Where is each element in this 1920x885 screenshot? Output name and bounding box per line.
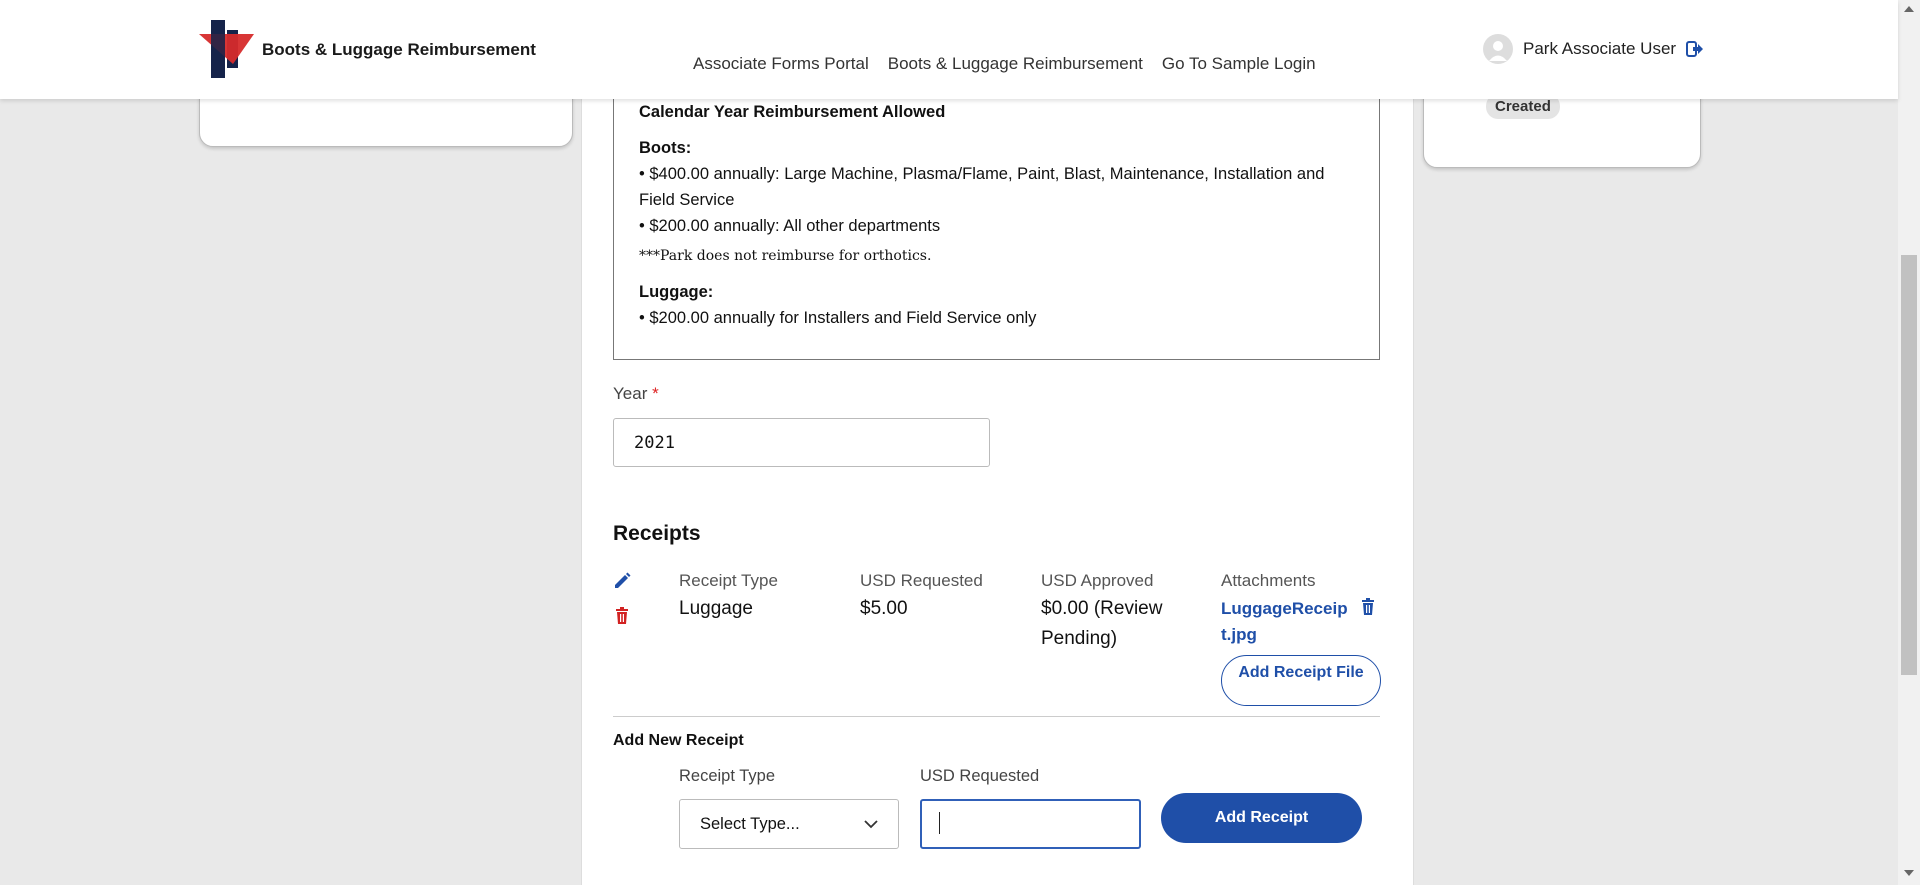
add-receipt-file-button[interactable]: Add Receipt File: [1221, 655, 1381, 706]
delete-attachment-icon[interactable]: [1360, 598, 1376, 616]
chevron-down-icon: [864, 819, 878, 828]
col-header-usd-approved: USD Approved: [1041, 571, 1154, 590]
user-menu[interactable]: Park Associate User: [1483, 34, 1704, 64]
luggage-item: • $200.00 annually for Installers and Fi…: [639, 309, 1037, 327]
new-usd-requested-label: USD Requested: [920, 767, 1040, 785]
scroll-up-arrow-icon[interactable]: [1904, 6, 1914, 12]
delete-trash-icon[interactable]: [613, 607, 631, 625]
top-header: Boots & Luggage Reimbursement Associate …: [0, 0, 1898, 99]
boots-item: • $400.00 annually: Large Machine, Plasm…: [639, 165, 1325, 209]
col-header-receipt-type: Receipt Type: [679, 571, 778, 590]
attachment-link[interactable]: LuggageReceipt.jpg: [1221, 596, 1351, 648]
receipt-type-select-value: Select Type...: [700, 814, 800, 833]
nav-sample-login[interactable]: Go To Sample Login: [1162, 54, 1316, 74]
orthotics-note: ***Park does not reimburse for orthotics…: [639, 248, 932, 264]
year-field[interactable]: 2021: [613, 418, 990, 467]
receipts-title: Receipts: [613, 522, 701, 545]
luggage-title: Luggage:: [639, 283, 714, 301]
scroll-down-arrow-icon[interactable]: [1904, 870, 1914, 876]
boots-item: • $200.00 annually: All other department…: [639, 217, 941, 235]
year-label: Year *: [613, 384, 659, 404]
page-scrollbar[interactable]: [1898, 0, 1920, 885]
top-nav: Associate Forms Portal Boots & Luggage R…: [693, 54, 1316, 74]
company-logo[interactable]: [199, 20, 254, 78]
add-new-receipt-title: Add New Receipt: [613, 732, 744, 749]
usd-requested-input[interactable]: [920, 799, 1141, 849]
logout-icon[interactable]: [1686, 40, 1704, 58]
col-header-attachments: Attachments: [1221, 571, 1316, 590]
nav-associate-forms-portal[interactable]: Associate Forms Portal: [693, 54, 869, 74]
receipt-type-value: Luggage: [679, 598, 753, 619]
nav-boots-luggage[interactable]: Boots & Luggage Reimbursement: [888, 54, 1143, 74]
new-receipt-type-label: Receipt Type: [679, 767, 776, 785]
edit-pencil-icon[interactable]: [613, 572, 631, 590]
user-name: Park Associate User: [1523, 39, 1677, 58]
policy-info-box: Calendar Year Reimbursement Allowed Boot…: [613, 80, 1380, 360]
boots-title: Boots:: [639, 139, 692, 157]
receipt-type-select[interactable]: Select Type...: [679, 799, 899, 849]
app-title[interactable]: Boots & Luggage Reimbursement: [262, 40, 536, 60]
year-label-text: Year: [613, 384, 648, 403]
scrollbar-thumb[interactable]: [1901, 255, 1917, 675]
policy-heading: Calendar Year Reimbursement Allowed: [639, 103, 946, 121]
usd-approved-value: $0.00 (Review Pending): [1041, 598, 1163, 649]
required-mark: *: [652, 384, 659, 403]
col-header-usd-requested: USD Requested: [860, 571, 983, 590]
usd-requested-value: $5.00: [860, 598, 908, 619]
text-cursor: [939, 812, 940, 834]
divider: [613, 716, 1380, 717]
add-receipt-button[interactable]: Add Receipt: [1161, 793, 1362, 843]
user-icon: [1489, 41, 1507, 61]
avatar: [1483, 34, 1513, 64]
main-panel: Calendar Year Reimbursement Allowed Boot…: [581, 0, 1414, 885]
